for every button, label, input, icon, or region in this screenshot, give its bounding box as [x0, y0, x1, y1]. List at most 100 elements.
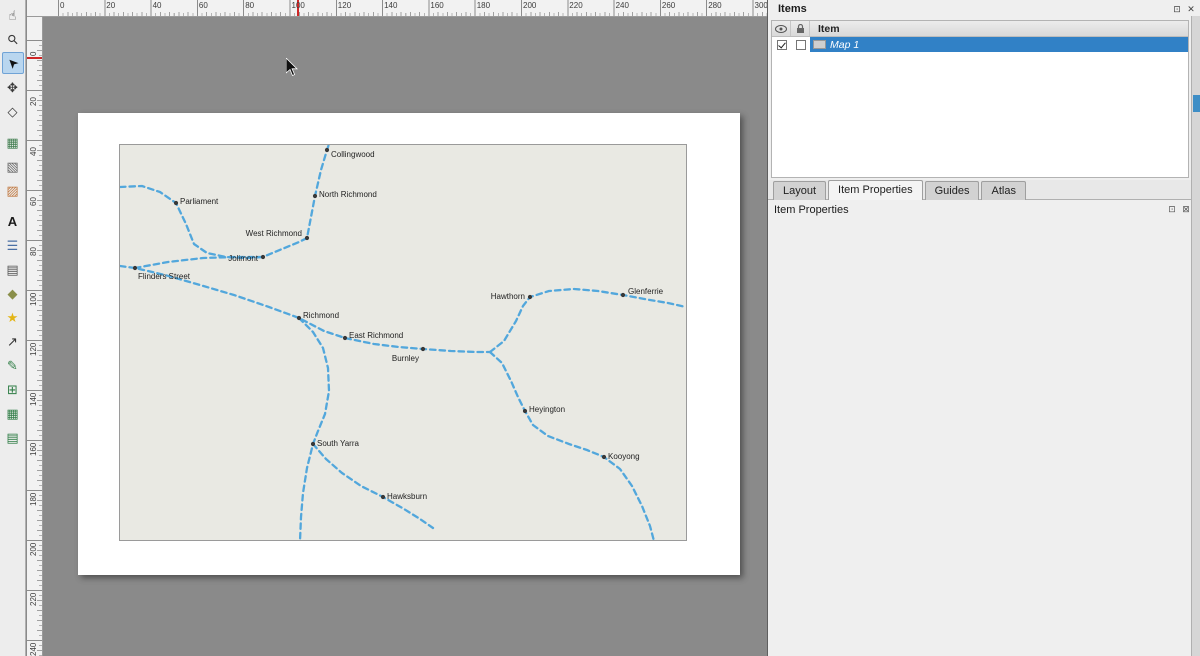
station-marker [602, 455, 606, 459]
station-marker [311, 442, 315, 446]
station-marker [381, 495, 385, 499]
items-table: Item Map 1 [771, 20, 1189, 178]
properties-tabbar: LayoutItem PropertiesGuidesAtlas [768, 180, 1200, 200]
station-marker [313, 194, 317, 198]
edit-nodes-item-icon: ◇ [8, 105, 18, 118]
visibility-checkbox[interactable] [777, 40, 787, 50]
station-marker [528, 295, 532, 299]
map-item[interactable]: CollingwoodParliamentNorth RichmondWest … [119, 144, 687, 541]
add-legend-button[interactable]: ☰ [2, 234, 24, 256]
ruler-number: 40 [29, 147, 38, 156]
add-legend-icon: ☰ [7, 239, 19, 252]
add-3d-map-button[interactable]: ▧ [2, 155, 24, 177]
items-panel-close-button[interactable]: ✕ [1185, 3, 1197, 15]
add-marker-button[interactable]: ★ [2, 306, 24, 328]
layout-page[interactable]: CollingwoodParliamentNorth RichmondWest … [78, 113, 740, 575]
ruler-number: 80 [245, 1, 254, 10]
station-label: Flinders Street [138, 272, 191, 281]
map-render: CollingwoodParliamentNorth RichmondWest … [120, 145, 686, 540]
move-item-content-icon: ✥ [7, 81, 18, 94]
ruler-number: 40 [153, 1, 162, 10]
item-column-header: Item [810, 21, 1188, 36]
tab-item-properties[interactable]: Item Properties [828, 180, 923, 200]
dock-scrollbar[interactable] [1191, 16, 1200, 656]
station-label: North Richmond [319, 190, 377, 199]
lock-checkbox[interactable] [796, 40, 806, 50]
ruler-number: 140 [384, 1, 397, 10]
table-row[interactable]: Map 1 [772, 37, 1188, 52]
add-marker-icon: ★ [7, 311, 19, 324]
ruler-number: 240 [29, 643, 38, 656]
tab-guides[interactable]: Guides [925, 181, 980, 200]
add-picture-button[interactable]: ▨ [2, 179, 24, 201]
station-label: Glenferrie [628, 287, 664, 296]
add-map-button[interactable]: ▦ [2, 131, 24, 153]
item-properties-float-button[interactable]: ⊡ [1166, 203, 1178, 215]
station-label: Collingwood [331, 150, 375, 159]
ruler-number: 200 [523, 1, 536, 10]
station-label: West Richmond [246, 229, 302, 238]
items-table-header: Item [772, 21, 1188, 37]
ruler-number: 160 [430, 1, 443, 10]
station-marker [174, 201, 178, 205]
ruler-number: 20 [29, 97, 38, 106]
ruler-number: 120 [29, 343, 38, 356]
add-scalebar-button[interactable]: ▤ [2, 258, 24, 280]
layout-canvas[interactable]: CollingwoodParliamentNorth RichmondWest … [44, 18, 767, 656]
ruler-number: 120 [338, 1, 351, 10]
ruler-number: 300 [755, 1, 768, 10]
station-label: East Richmond [349, 331, 403, 340]
ruler-number: 100 [292, 1, 305, 10]
tab-layout[interactable]: Layout [773, 181, 826, 200]
add-fixed-table-button[interactable]: ▤ [2, 426, 24, 448]
ruler-number: 60 [199, 1, 208, 10]
tab-atlas[interactable]: Atlas [981, 181, 1025, 200]
map-item-icon [813, 40, 826, 49]
items-panel-float-button[interactable]: ⊡ [1171, 3, 1183, 15]
ruler-number: 0 [60, 1, 64, 10]
add-html-icon: ⊞ [7, 383, 18, 396]
add-attribute-table-button[interactable]: ▦ [2, 402, 24, 424]
station-label: Hawthorn [491, 292, 525, 301]
station-label: Heyington [529, 405, 565, 414]
add-map-icon: ▦ [6, 136, 18, 149]
scrollbar-thumb[interactable] [1193, 95, 1200, 112]
zoom-icon: ⚲ [5, 31, 21, 47]
ruler-number: 0 [29, 52, 38, 56]
station-label: Jolimont [228, 254, 259, 263]
ruler-number: 220 [569, 1, 582, 10]
ruler-cursor-marker-vertical [27, 57, 43, 59]
ruler-number: 160 [29, 443, 38, 456]
ruler-number: 200 [29, 543, 38, 556]
add-html-button[interactable]: ⊞ [2, 378, 24, 400]
add-shape-button[interactable]: ◆ [2, 282, 24, 304]
item-name: Map 1 [830, 39, 859, 51]
station-marker [343, 336, 347, 340]
edit-nodes-item-tool[interactable]: ◇ [2, 100, 24, 122]
add-attribute-table-icon: ▦ [6, 407, 18, 420]
pan-tool[interactable]: ☝ [2, 4, 24, 26]
station-label: Richmond [303, 311, 339, 320]
zoom-tool[interactable]: ⚲ [2, 28, 24, 50]
item-name-cell[interactable]: Map 1 [810, 37, 1188, 52]
ruler-number: 100 [29, 293, 38, 306]
ruler-number: 60 [29, 197, 38, 206]
add-label-button[interactable]: A [2, 210, 24, 232]
add-arrow-icon: ↗ [7, 335, 18, 348]
lock-column-header [791, 21, 810, 36]
station-marker [133, 266, 137, 270]
station-marker [297, 316, 301, 320]
eye-icon [775, 25, 787, 33]
ruler-horizontal[interactable]: 0204060801001201401601802002202402602803… [27, 0, 767, 17]
left-toolbar: ☝⚲➤✥◇▦▧▨A☰▤◆★↗✎⊞▦▤ [0, 0, 26, 656]
ruler-number: 20 [106, 1, 115, 10]
select-move-item-tool[interactable]: ➤ [2, 52, 24, 74]
ruler-number: 240 [616, 1, 629, 10]
station-label: Kooyong [608, 452, 640, 461]
add-3d-map-icon: ▧ [6, 160, 18, 173]
ruler-vertical[interactable]: 020406080100120140160180200220240 [27, 17, 43, 656]
select-move-item-icon: ➤ [4, 55, 21, 72]
add-node-item-button[interactable]: ✎ [2, 354, 24, 376]
move-item-content-tool[interactable]: ✥ [2, 76, 24, 98]
add-arrow-button[interactable]: ↗ [2, 330, 24, 352]
